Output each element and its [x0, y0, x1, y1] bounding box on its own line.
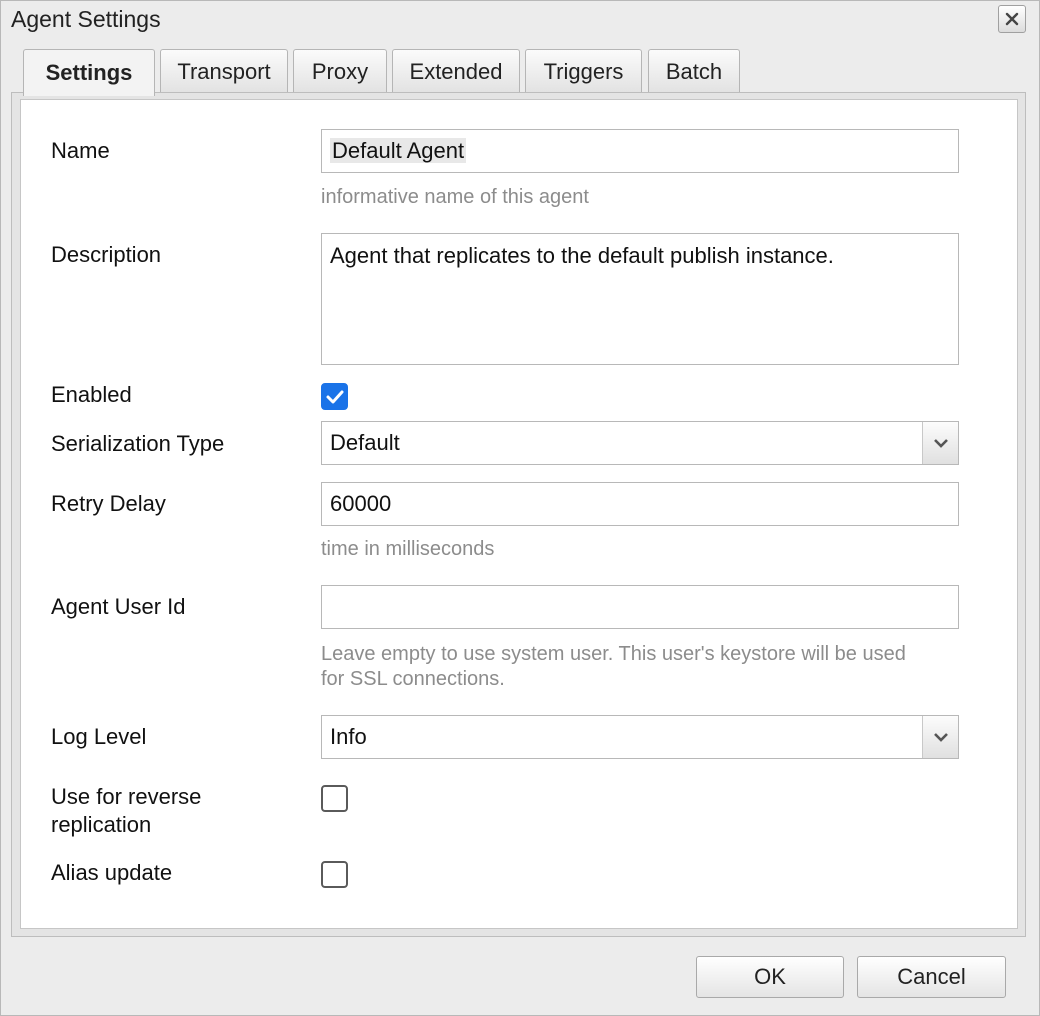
alias-update-label: Alias update	[51, 860, 173, 885]
agent-user-id-hint-line1: Leave empty to use system user. This use…	[321, 643, 906, 665]
reverse-replication-checkbox[interactable]	[321, 785, 348, 812]
description-label: Description	[51, 242, 162, 267]
reverse-replication-label-line2: replication	[51, 812, 152, 837]
chevron-down-icon	[933, 733, 948, 742]
alias-update-checkbox[interactable]	[321, 861, 348, 888]
ok-button[interactable]: OK	[696, 956, 844, 998]
close-icon	[1005, 12, 1019, 26]
tab-batch[interactable]: Batch	[648, 49, 740, 93]
dialog-title: Agent Settings	[11, 6, 161, 32]
chevron-down-icon	[933, 439, 948, 448]
tab-triggers[interactable]: Triggers	[525, 49, 642, 93]
serialization-type-select[interactable]: Default	[321, 421, 959, 465]
agent-user-id-input[interactable]	[321, 585, 959, 629]
log-level-label: Log Level	[51, 724, 147, 749]
log-level-value: Info	[330, 724, 367, 749]
tab-settings[interactable]: Settings	[23, 49, 155, 96]
name-input[interactable]: Default Agent	[321, 129, 959, 173]
agent-settings-dialog: Agent Settings Settings Transport Proxy …	[0, 0, 1040, 1016]
checkmark-icon	[326, 390, 343, 403]
serialization-type-dropdown-button[interactable]	[922, 422, 958, 464]
cancel-button[interactable]: Cancel	[857, 956, 1006, 998]
name-value: Default Agent	[330, 138, 467, 163]
log-level-dropdown-button[interactable]	[922, 716, 958, 758]
name-hint: informative name of this agent	[321, 186, 589, 208]
serialization-type-value: Default	[330, 430, 400, 455]
agent-user-id-hint-line2: for SSL connections.	[321, 668, 505, 690]
tab-extended[interactable]: Extended	[392, 49, 520, 93]
name-label: Name	[51, 138, 110, 163]
enabled-label: Enabled	[51, 382, 132, 407]
retry-delay-hint: time in milliseconds	[321, 538, 495, 560]
description-textarea[interactable]: Agent that replicates to the default pub…	[321, 233, 959, 365]
serialization-type-label: Serialization Type	[51, 431, 225, 456]
retry-delay-label: Retry Delay	[51, 491, 166, 516]
log-level-select[interactable]: Info	[321, 715, 959, 759]
tab-transport[interactable]: Transport	[160, 49, 288, 93]
tab-proxy[interactable]: Proxy	[293, 49, 387, 93]
reverse-replication-label-line1: Use for reverse	[51, 784, 202, 809]
agent-user-id-label: Agent User Id	[51, 594, 186, 619]
retry-delay-input[interactable]: 60000	[321, 482, 959, 526]
close-button[interactable]	[998, 5, 1026, 33]
enabled-checkbox[interactable]	[321, 383, 348, 410]
